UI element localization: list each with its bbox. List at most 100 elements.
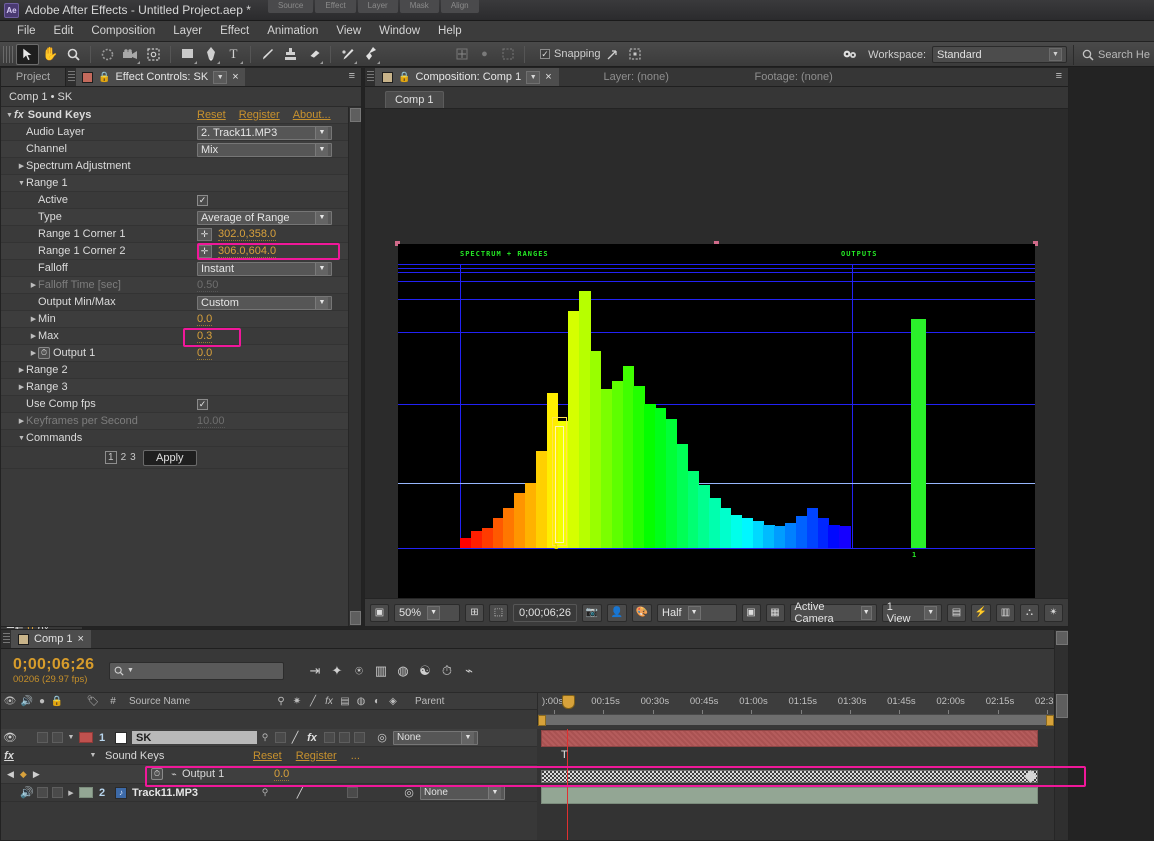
draft-3d-icon[interactable]: ✦	[326, 660, 348, 682]
parent-select[interactable]: None ▼	[420, 785, 505, 800]
workspace-select[interactable]: Standard ▼	[932, 46, 1068, 63]
solo-toggle[interactable]	[37, 787, 48, 798]
disclosure-triangle-icon[interactable]: ▼	[17, 435, 26, 442]
composition-viewport[interactable]: SPECTRUM + RANGES OUTPUTS 1 1	[365, 109, 1068, 598]
switch-quality-icon[interactable]: ╱	[291, 786, 309, 799]
disclosure-triangle-icon[interactable]: ▶	[17, 162, 26, 170]
point-picker-icon[interactable]: ✛	[197, 245, 212, 258]
disclosure-triangle-icon[interactable]: ▼	[63, 734, 79, 741]
zoom-select[interactable]: 50% ▼	[394, 603, 460, 622]
property-row-falloff[interactable]: ·Falloff Instant ▼	[1, 260, 361, 277]
property-row-keyframes-per-second[interactable]: ▶ Keyframes per Second 10.00	[1, 413, 361, 430]
property-row-falloff-time-sec-[interactable]: ▶ Falloff Time [sec] 0.50	[1, 277, 361, 294]
property-row-active[interactable]: ·Active ✓	[1, 192, 361, 209]
graph-editor-icon[interactable]: ⏱	[436, 660, 458, 682]
property-number-value[interactable]: 0.3	[197, 330, 213, 343]
switch-adjustment[interactable]	[354, 732, 365, 743]
point-picker-icon[interactable]: ✛	[197, 228, 212, 241]
layer-source-name[interactable]: SK	[132, 731, 257, 744]
puppet-pin-tool[interactable]	[359, 44, 382, 65]
lock-icon[interactable]: 🔒	[98, 72, 110, 83]
pen-tool[interactable]	[199, 44, 222, 65]
tab-project[interactable]: Project	[1, 68, 66, 86]
brush-tool[interactable]	[256, 44, 279, 65]
workspace-gear-icon[interactable]	[839, 44, 862, 65]
property-row-output-min-max[interactable]: ·Output Min/Max Custom ▼	[1, 294, 361, 311]
output-1-keyframe-track[interactable]	[541, 770, 1038, 783]
preset-numbers[interactable]: 1 2 3	[105, 451, 136, 464]
panel-grip[interactable]	[367, 71, 374, 83]
composition-mini-flowchart-icon[interactable]: ⇥	[304, 660, 326, 682]
panel-menu-icon[interactable]: ≡	[1056, 71, 1062, 82]
snap-arrow-icon[interactable]	[601, 44, 624, 65]
snapshot-icon[interactable]: 📷	[581, 603, 602, 622]
scroll-down-button[interactable]	[350, 611, 361, 625]
property-row-range-1-corner-1[interactable]: ·Range 1 Corner 1 ✛ 302.0,358.0	[1, 226, 361, 243]
layer-2-bar[interactable]	[541, 787, 1038, 804]
grid-guides-icon[interactable]: ⊞	[464, 603, 484, 622]
property-row-range-1-corner-2[interactable]: ·Range 1 Corner 2 ✛ 306.0,604.0	[1, 243, 361, 260]
brainstorm-icon[interactable]: ☯	[414, 660, 436, 682]
eraser-tool[interactable]	[302, 44, 325, 65]
work-area-end-handle[interactable]	[1046, 715, 1054, 726]
pixel-aspect-icon[interactable]: ▤	[946, 603, 966, 622]
chevron-down-icon[interactable]: ▼	[127, 667, 134, 674]
breadcrumb[interactable]: Comp 1	[385, 91, 444, 108]
hand-tool[interactable]: ✋	[39, 44, 62, 65]
property-row-output-1[interactable]: ▶ ⏱ Output 1 0.0	[1, 345, 361, 362]
parent-pickwhip-icon[interactable]: ◎	[398, 786, 420, 799]
snapping-toggle[interactable]: ✓ Snapping	[540, 48, 601, 60]
disclosure-triangle-icon[interactable]: ▼	[5, 112, 14, 119]
chevron-down-icon[interactable]: ▼	[526, 70, 541, 84]
snap-target-icon[interactable]	[624, 44, 647, 65]
property-number-value[interactable]: 0.0	[197, 347, 213, 360]
keyframe-navigator[interactable]: ◀ ◆ ▶	[1, 769, 59, 780]
keyframe-marker[interactable]	[1024, 770, 1037, 783]
next-keyframe-icon[interactable]: ▶	[33, 769, 40, 780]
reset-exposure-icon[interactable]: ✴	[1043, 603, 1063, 622]
property-select[interactable]: Custom ▼	[197, 295, 332, 310]
property-select[interactable]: Average of Range ▼	[197, 210, 332, 225]
views-select[interactable]: 1 View ▼	[881, 601, 942, 625]
current-time-indicator[interactable]	[567, 729, 568, 840]
scroll-up-button[interactable]	[1056, 631, 1068, 645]
effect-controls-scrollbar[interactable]	[348, 107, 361, 626]
preset-2[interactable]: 2	[121, 452, 127, 463]
current-time-indicator-head[interactable]	[562, 695, 575, 709]
property-number-value[interactable]: 0.0	[197, 313, 213, 326]
panel-grip[interactable]	[68, 71, 75, 83]
parent-header[interactable]: Parent	[415, 696, 475, 707]
add-keyframe-icon[interactable]: ◆	[20, 769, 27, 780]
menu-effect[interactable]: Effect	[211, 21, 258, 42]
lock-toggle[interactable]	[52, 732, 63, 743]
menu-file[interactable]: File	[8, 21, 45, 42]
region-of-interest-icon[interactable]: ⬚	[488, 603, 508, 622]
hide-shy-layers-icon[interactable]: ⍟	[348, 660, 370, 682]
more-link[interactable]: ...	[351, 750, 360, 762]
property-row-spectrum-adjustment[interactable]: ▶ Spectrum Adjustment	[1, 158, 361, 175]
label-color-swatch[interactable]	[79, 787, 93, 798]
property-row-use-comp-fps[interactable]: ·Use Comp fps ✓	[1, 396, 361, 413]
camera-select[interactable]: Active Camera ▼	[789, 601, 877, 625]
property-select[interactable]: 2. Track11.MP3 ▼	[197, 125, 332, 140]
current-time-display[interactable]: 0;00;06;26 00206 (29.97 fps)	[1, 656, 109, 685]
stopwatch-icon[interactable]: ⏱	[151, 768, 163, 780]
menu-layer[interactable]: Layer	[164, 21, 211, 42]
flowchart-icon[interactable]: ⛬	[1019, 603, 1039, 622]
work-area-bar[interactable]	[538, 714, 1054, 726]
property-checkbox[interactable]: ✓	[197, 195, 208, 206]
property-row-type[interactable]: ·Type Average of Range ▼	[1, 209, 361, 226]
menu-window[interactable]: Window	[370, 21, 429, 42]
window-tab-layer[interactable]: Layer	[357, 0, 398, 13]
time-ruler[interactable]: ):00s 00:15s 00:30s 00:45s 01:00s 01:15s 01:30…	[537, 693, 1054, 726]
property-row-commands[interactable]: ▼ Commands	[1, 430, 361, 447]
snapping-checkbox[interactable]: ✓	[540, 49, 550, 59]
layer-visibility-toggle[interactable]: 👁	[1, 731, 19, 744]
disclosure-triangle-icon[interactable]: ▶	[29, 281, 38, 289]
window-tab-effect[interactable]: Effect	[315, 0, 356, 13]
resolution-select[interactable]: Half ▼	[657, 603, 737, 622]
show-snapshot-icon[interactable]: 👤	[607, 603, 628, 622]
close-icon[interactable]: ×	[545, 71, 551, 83]
property-row-range-3[interactable]: ▶ Range 3	[1, 379, 361, 396]
disclosure-triangle-icon[interactable]: ▶	[29, 315, 38, 323]
